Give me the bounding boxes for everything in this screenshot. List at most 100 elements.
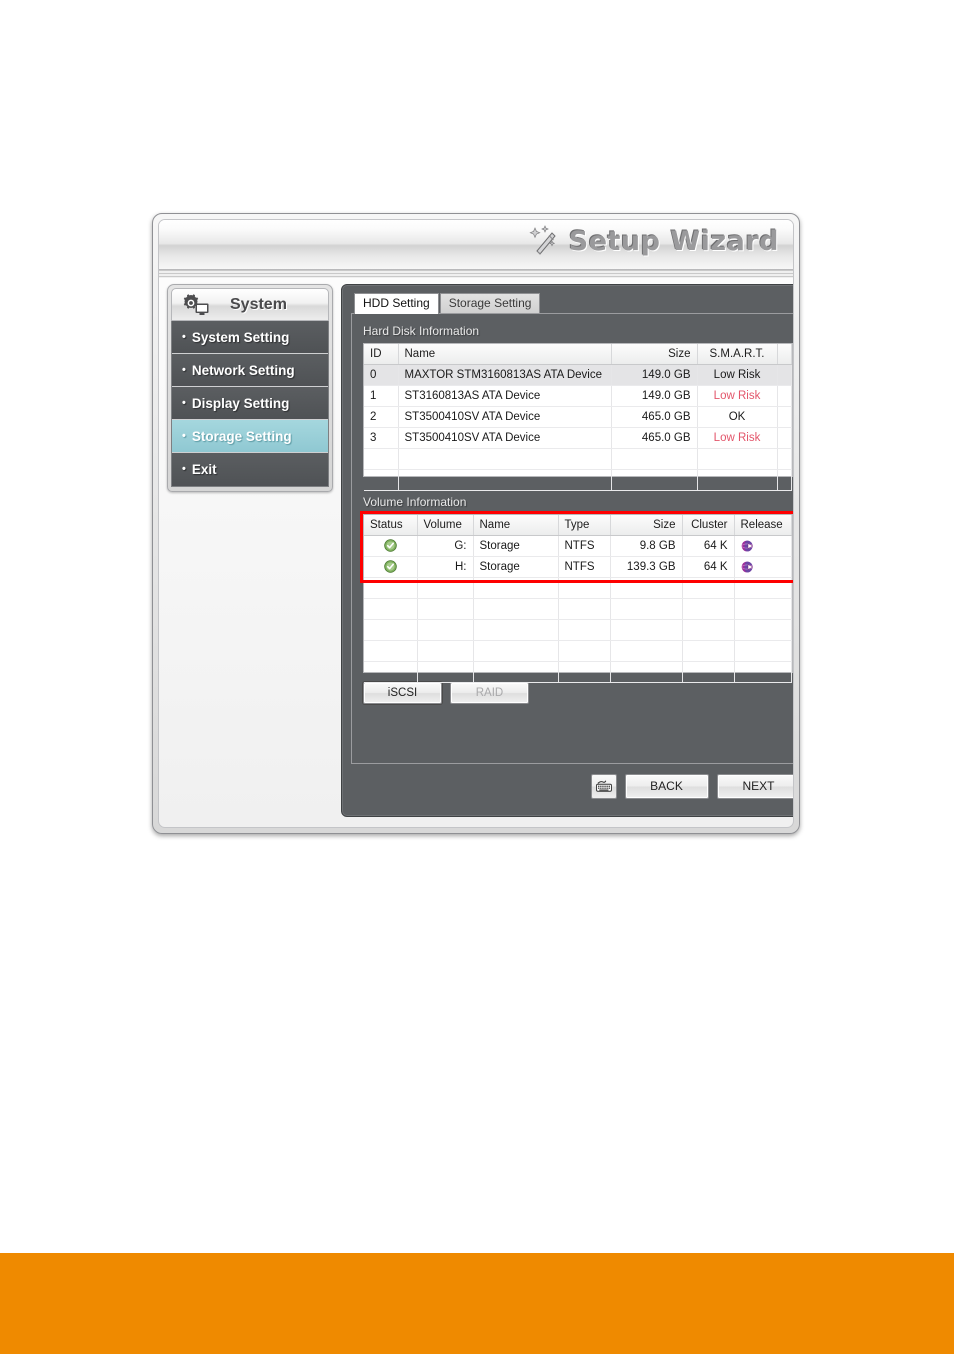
vol-cell-cluster: 64 K [682, 556, 735, 578]
keyboard-icon [595, 780, 612, 792]
hdd-cell-size: 465.0 GB [611, 406, 698, 428]
vol-col-status[interactable]: Status [364, 515, 418, 536]
tab-hdd-setting[interactable]: HDD Setting [354, 293, 439, 314]
volume-information-grid[interactable]: Status Volume Name Type Size Cluster Rel… [363, 514, 793, 683]
sidebar-item-display-setting[interactable]: • Display Setting [172, 387, 328, 420]
sidebar-item-system-setting[interactable]: • System Setting [172, 321, 328, 354]
hdd-col-id[interactable]: ID [364, 344, 399, 365]
setup-wizard-window: Setup Wizard System • System Setting • N… [152, 213, 800, 834]
hdd-cell-size: 149.0 GB [611, 364, 698, 386]
vol-cell-volume: H: [417, 556, 474, 578]
vol-col-volume[interactable]: Volume [417, 515, 474, 536]
storage-action-buttons: iSCSI RAID [363, 682, 793, 704]
hdd-col-filler [777, 344, 792, 365]
window-titlebar: Setup Wizard [159, 220, 793, 270]
sidebar-item-label: Display Setting [191, 395, 290, 411]
table-row[interactable]: 2 ST3500410SV ATA Device 465.0 GB OK [364, 406, 792, 428]
bullet-icon: • [182, 363, 186, 376]
table-row[interactable]: G: Storage NTFS 9.8 GB 64 K [364, 535, 792, 557]
hdd-cell-filler [777, 385, 792, 407]
vol-cell-name: Storage [473, 535, 559, 557]
volume-table-header-row: Status Volume Name Type Size Cluster Rel… [364, 515, 792, 536]
vol-col-release[interactable]: Release [734, 515, 792, 536]
bullet-icon: • [182, 429, 186, 442]
hdd-cell-filler [777, 427, 792, 449]
table-row-empty [364, 448, 792, 470]
bullet-icon: • [182, 330, 186, 343]
hard-disk-information-label: Hard Disk Information [363, 324, 480, 338]
hdd-cell-smart: OK [697, 406, 778, 428]
hdd-cell-name: MAXTOR STM3160813AS ATA Device [398, 364, 612, 386]
table-row[interactable]: 0 MAXTOR STM3160813AS ATA Device 149.0 G… [364, 364, 792, 386]
green-check-icon [383, 560, 397, 573]
hdd-col-size[interactable]: Size [611, 344, 698, 365]
hdd-cell-smart: Low Risk [697, 385, 778, 407]
hdd-cell-smart: Low Risk [697, 364, 778, 386]
hdd-cell-name: ST3160813AS ATA Device [398, 385, 612, 407]
hdd-cell-id: 0 [364, 364, 399, 386]
main-panel: HDD Setting Storage Setting Hard Disk In… [341, 284, 793, 817]
sidebar-item-network-setting[interactable]: • Network Setting [172, 354, 328, 387]
vol-cell-cluster: 64 K [682, 535, 735, 557]
hdd-cell-size: 465.0 GB [611, 427, 698, 449]
tab-bar: HDD Setting Storage Setting [351, 293, 793, 314]
table-row-empty [364, 619, 792, 641]
hdd-col-name[interactable]: Name [398, 344, 612, 365]
tab-page-hdd-setting: Hard Disk Information ID Name Size S.M.A… [351, 313, 793, 764]
vol-col-type[interactable]: Type [558, 515, 611, 536]
bullet-icon: • [182, 463, 186, 475]
vol-cell-release[interactable] [734, 535, 792, 557]
raid-button[interactable]: RAID [450, 682, 529, 704]
hard-disk-information-grid[interactable]: ID Name Size S.M.A.R.T. 0 MAXTOR STM3160… [363, 343, 793, 491]
title-group: Setup Wizard [528, 224, 779, 258]
hdd-cell-filler [777, 406, 792, 428]
table-row-empty [364, 577, 792, 599]
back-button[interactable]: BACK [624, 773, 709, 799]
table-row[interactable]: H: Storage NTFS 139.3 GB 64 K [364, 556, 792, 578]
vol-cell-type: NTFS [558, 535, 611, 557]
hdd-cell-name: ST3500410SV ATA Device [398, 406, 612, 428]
table-row-empty [364, 640, 792, 662]
window-title: Setup Wizard [568, 225, 779, 257]
vol-col-size[interactable]: Size [610, 515, 683, 536]
keyboard-button[interactable] [590, 773, 617, 799]
hdd-cell-id: 1 [364, 385, 399, 407]
volume-information-label: Volume Information [363, 495, 467, 509]
tab-storage-setting[interactable]: Storage Setting [439, 293, 541, 314]
wizard-body: System • System Setting • Network Settin… [159, 278, 793, 827]
hdd-cell-id: 2 [364, 406, 399, 428]
vol-cell-status [364, 535, 418, 557]
iscsi-button[interactable]: iSCSI [363, 682, 442, 704]
globe-release-icon [740, 540, 753, 551]
vol-cell-release[interactable] [734, 556, 792, 578]
wizard-inner-frame: Setup Wizard System • System Setting • N… [158, 219, 794, 828]
next-button[interactable]: NEXT [716, 773, 793, 799]
vol-cell-volume: G: [417, 535, 474, 557]
volume-information-wrap: Status Volume Name Type Size Cluster Rel… [360, 511, 793, 683]
sidebar-item-label: Network Setting [191, 362, 295, 378]
table-row-empty [364, 661, 792, 683]
table-row[interactable]: 1 ST3160813AS ATA Device 149.0 GB Low Ri… [364, 385, 792, 407]
vol-col-cluster[interactable]: Cluster [682, 515, 735, 536]
hdd-cell-size: 149.0 GB [611, 385, 698, 407]
sidebar-menu: • System Setting • Network Setting • Dis… [171, 321, 329, 487]
globe-release-icon [740, 561, 753, 572]
volume-table: Status Volume Name Type Size Cluster Rel… [364, 515, 792, 683]
vol-cell-size: 139.3 GB [610, 556, 683, 578]
hdd-cell-name: ST3500410SV ATA Device [398, 427, 612, 449]
hdd-table-header-row: ID Name Size S.M.A.R.T. [364, 344, 792, 365]
table-row-empty [364, 598, 792, 620]
vol-cell-name: Storage [473, 556, 559, 578]
hdd-col-smart[interactable]: S.M.A.R.T. [697, 344, 778, 365]
sidebar: System • System Setting • Network Settin… [167, 284, 333, 492]
sidebar-header: System [171, 288, 329, 321]
vol-cell-status [364, 556, 418, 578]
sidebar-header-label: System [230, 295, 287, 313]
vol-col-name[interactable]: Name [473, 515, 559, 536]
sidebar-item-storage-setting[interactable]: • Storage Setting [172, 420, 328, 453]
titlebar-stripes [159, 270, 793, 278]
table-row[interactable]: 3 ST3500410SV ATA Device 465.0 GB Low Ri… [364, 427, 792, 449]
sidebar-item-exit[interactable]: • Exit [172, 453, 328, 486]
page-footer-band [0, 1253, 954, 1354]
